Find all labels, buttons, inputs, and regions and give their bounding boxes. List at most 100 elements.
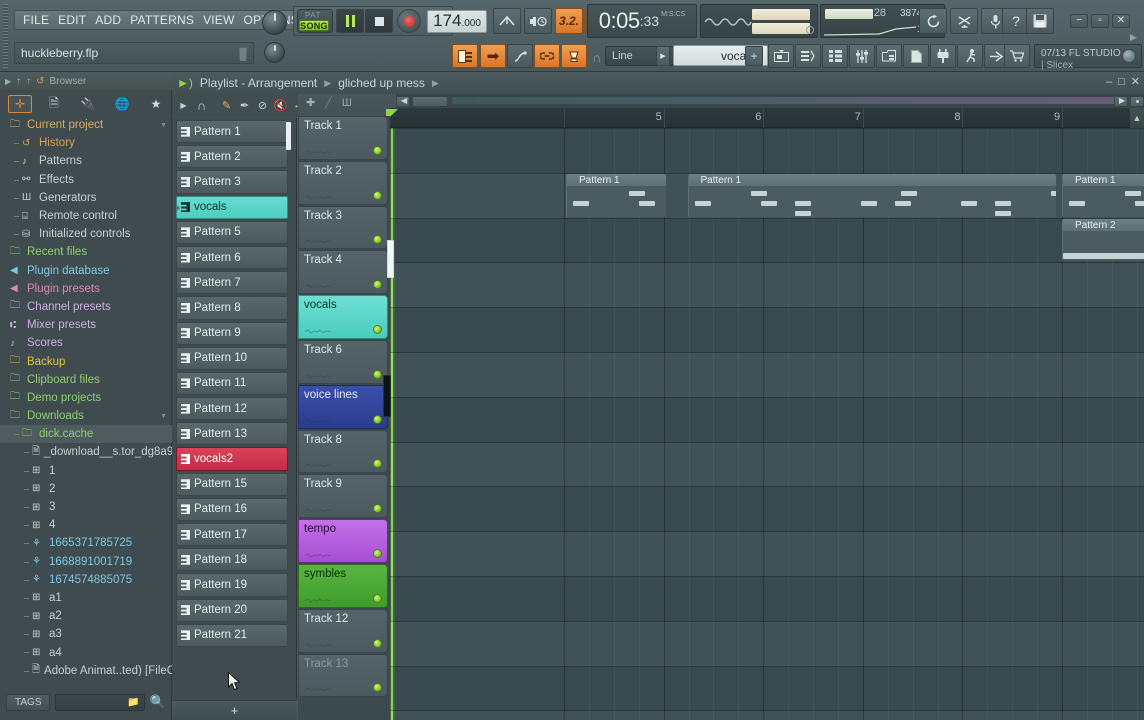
browser-refresh-icon[interactable]: ↺ (36, 76, 44, 87)
playlist-menu-arrow-icon[interactable]: ▶ (176, 98, 191, 113)
metronome-button[interactable] (524, 8, 552, 34)
pattern-prev-button[interactable]: ▶ (656, 46, 670, 66)
track-header-track-12[interactable]: Track 12 (298, 608, 388, 653)
draw-tool-icon[interactable]: ✒ (237, 98, 252, 113)
track-enable-led[interactable] (373, 593, 382, 603)
browser-item-current-project[interactable]: 🗀 Current project ▼ (0, 116, 172, 134)
menu-item-patterns[interactable]: PATTERNS (130, 13, 194, 27)
browser-item-initialized-controls[interactable]: ⛁ Initialized controls (0, 225, 172, 243)
browser-item-plugin-presets[interactable]: ◀ Plugin presets (0, 280, 172, 298)
browser-item-history[interactable]: ↺ History (0, 134, 172, 152)
track-grid-icon[interactable]: Ш (342, 97, 352, 109)
playlist-maximize-button[interactable]: □ (1118, 76, 1125, 88)
track-header-symbles[interactable]: symbles (298, 563, 388, 608)
plugin-picker-button[interactable] (930, 44, 956, 68)
project-picker-button[interactable] (876, 44, 902, 68)
browser-item-a3[interactable]: ⊞ a3 (0, 625, 172, 643)
track-header-track-3[interactable]: Track 3 (298, 205, 388, 250)
track-header-track-4[interactable]: Track 4 (298, 250, 388, 295)
count-in-button[interactable]: 3.2. (555, 8, 583, 34)
undo-button[interactable] (919, 8, 947, 34)
magnet-snap-icon[interactable]: ∩ (194, 98, 209, 113)
menu-item-file[interactable]: FILE (23, 13, 49, 27)
step-sequencer-window-button[interactable] (822, 44, 848, 68)
browser-up-icon[interactable]: ↑ (16, 76, 21, 87)
browser-item-1668891001719[interactable]: ⚘ 1668891001719 (0, 553, 172, 571)
pitch-tool-button[interactable] (507, 44, 533, 68)
browser-item-1674574885075[interactable]: ⚘ 1674574885075 (0, 571, 172, 589)
browser-item-2[interactable]: ⊞ 2 (0, 480, 172, 498)
browser-window-button[interactable] (768, 44, 794, 68)
track-header-voice-lines[interactable]: voice lines (298, 384, 388, 429)
web-icon[interactable]: 🌐 (110, 95, 134, 113)
step-arrow-button[interactable]: ➡ (480, 44, 506, 68)
shuffle-button[interactable] (950, 8, 978, 34)
playlist-toggle-button[interactable] (452, 44, 478, 68)
browser-item-a2[interactable]: ⊞ a2 (0, 607, 172, 625)
mixer-window-button[interactable] (849, 44, 875, 68)
track-enable-led[interactable] (373, 324, 382, 334)
track-enable-led[interactable] (373, 459, 382, 469)
trash-icon[interactable] (239, 47, 247, 61)
browser-item-scores[interactable]: ♪ Scores (0, 334, 172, 352)
ruler-collapse-button[interactable]: ▲ (1130, 108, 1144, 128)
bounce-button[interactable] (957, 44, 983, 68)
track-header-track-9[interactable]: Track 9 (298, 474, 388, 519)
browser-item-channel-presets[interactable]: 🗀 Channel presets (0, 298, 172, 316)
expand-arrow-icon[interactable]: ▼ (160, 413, 167, 420)
track-enable-led[interactable] (373, 369, 382, 379)
track-header-track-6[interactable]: Track 6 (298, 339, 388, 384)
mute-tool-icon[interactable]: 🔇 (273, 98, 288, 113)
plugins-icon[interactable]: 🔌 (76, 95, 100, 113)
time-display[interactable]: 0:05:33 M:S:CS (587, 4, 697, 38)
browser-up2-icon[interactable]: ↑ (26, 76, 31, 87)
shop-button[interactable] (1004, 44, 1030, 68)
panel-expand-arrow-icon[interactable]: ▶ (1130, 32, 1137, 43)
browser-item-remote-control[interactable]: ⌸ Remote control (0, 207, 172, 225)
browser-item-4[interactable]: ⊞ 4 (0, 516, 172, 534)
menu-item-edit[interactable]: EDIT (58, 13, 86, 27)
browser-item-recent-files[interactable]: 🗀 Recent files (0, 243, 172, 261)
favorites-icon[interactable]: ★ (144, 95, 168, 113)
track-enable-led[interactable] (373, 548, 382, 558)
clip-selection-marker[interactable] (387, 240, 394, 278)
track-enable-led[interactable] (373, 683, 382, 693)
track-enable-led[interactable] (373, 280, 382, 290)
snap-magnet-icon[interactable]: ∩ (592, 50, 601, 65)
pattern-add-button[interactable]: + (745, 46, 763, 66)
browser-item-plugin-database[interactable]: ◀ Plugin database (0, 262, 172, 280)
playlist-clip[interactable]: Pattern 1 (687, 173, 1057, 217)
track-enable-led[interactable] (373, 638, 382, 648)
browser-item-a1[interactable]: ⊞ a1 (0, 589, 172, 607)
track-pencil-icon[interactable]: ╱ (325, 96, 332, 109)
menu-item-view[interactable]: VIEW (203, 13, 234, 27)
browser-item-1665371785725[interactable]: ⚘ 1665371785725 (0, 534, 172, 552)
playlist-zoom-button[interactable] (1130, 96, 1144, 107)
browser-item-dick-cache[interactable]: 🗀 dick.cache (0, 425, 172, 444)
close-button[interactable]: ✕ (1112, 14, 1130, 28)
browser-item--download-s-tor-dg8a9r0[interactable]: 🗎 _download__s.tor_dg8a9r0 (0, 443, 172, 461)
save-button[interactable] (1026, 8, 1054, 34)
vocals-track-clip-marker[interactable] (383, 375, 391, 417)
playlist-hscroll-left-button[interactable]: ◀ (396, 96, 410, 107)
playlist-clip[interactable]: Pattern 2 (1062, 218, 1144, 262)
record-button[interactable] (397, 9, 421, 33)
playlist-hscroll-right-button[interactable]: ▶ (1114, 96, 1128, 107)
browser-item-adobe-animat-ted-filecr-[interactable]: 🗎Adobe Animat..ted) [FileCR] (0, 662, 172, 676)
menu-item-add[interactable]: ADD (95, 13, 121, 27)
playlist-window-button[interactable] (795, 44, 821, 68)
folder-icon[interactable]: 📁 (127, 697, 139, 708)
track-header-track-1[interactable]: Track 1 (298, 116, 388, 160)
breadcrumb-separator-2-icon[interactable]: ▶ (432, 78, 439, 89)
browser-forward-icon[interactable]: ▶ (5, 77, 11, 86)
playlist-grid[interactable]: Pattern 1 Pattern 1 Pattern 1 Pattern 2 (390, 128, 1144, 720)
browser-item-mixer-presets[interactable]: ⑆ Mixer presets (0, 316, 172, 334)
track-header-track-13[interactable]: Track 13 (298, 653, 388, 698)
track-header-track-2[interactable]: Track 2 (298, 160, 388, 205)
track-enable-led[interactable] (373, 190, 382, 200)
track-header-tempo[interactable]: tempo (298, 519, 388, 563)
browser-item-demo-projects[interactable]: 🗀 Demo projects (0, 389, 172, 407)
playlist-ruler[interactable]: ▲ 567891011 (386, 108, 1144, 128)
maximize-button[interactable]: ▫ (1091, 14, 1109, 28)
browser-item-backup[interactable]: 🗀 Backup (0, 352, 172, 370)
